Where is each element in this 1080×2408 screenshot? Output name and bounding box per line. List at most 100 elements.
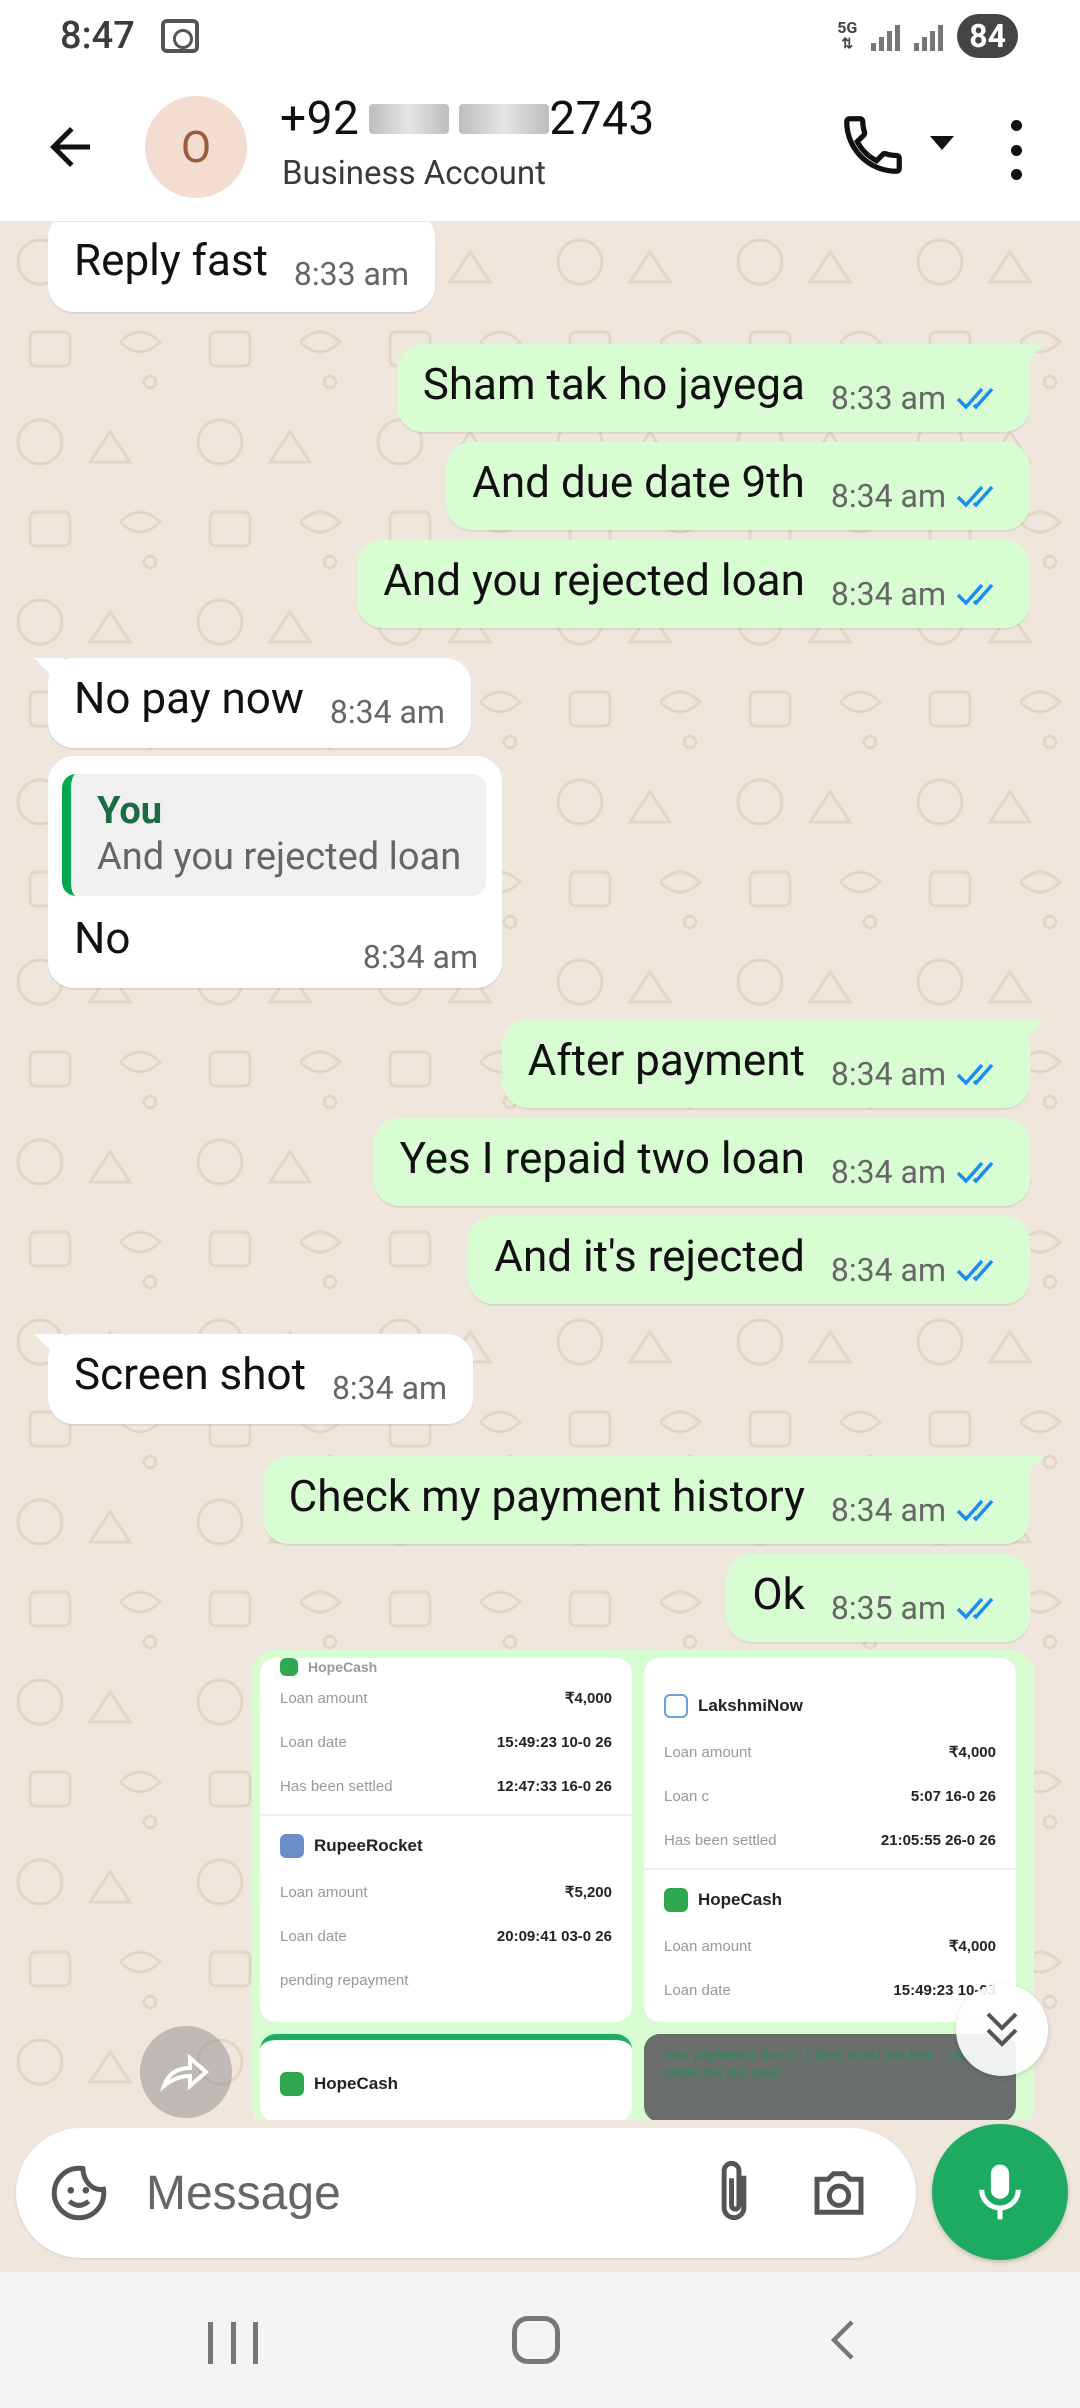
message-text: Yes I repaid two loan [399, 1132, 805, 1184]
app-logo-icon [280, 1658, 298, 1676]
read-ticks-icon [956, 1259, 994, 1282]
back-arrow-icon[interactable] [40, 117, 100, 177]
divider [260, 1814, 632, 1816]
sticker-icon[interactable] [46, 2160, 112, 2226]
signal-icon-2 [914, 21, 944, 51]
message-time: 8:33 am [293, 255, 409, 293]
contact-prefix: +92 [280, 92, 360, 146]
media-album-message[interactable]: HopeCash Loan amount ₹4,000 Loan date 15:4… [252, 1650, 1034, 2120]
message-text: Sham tak ho jayega [422, 358, 805, 410]
loan-row: Loan amount ₹4,000 [664, 1743, 996, 1762]
scroll-to-bottom-button[interactable] [956, 1984, 1048, 2076]
message-bubble-outgoing[interactable]: After payment 8:34 am [501, 1020, 1030, 1108]
message-text: Check my payment history [288, 1470, 805, 1522]
camera-icon[interactable] [806, 2160, 872, 2226]
status-time: 8:47 [60, 14, 135, 58]
app-logo-icon [664, 1694, 688, 1718]
home-icon[interactable] [512, 2316, 560, 2364]
message-bubble-incoming[interactable]: Screen shot 8:34 am [48, 1334, 474, 1424]
message-bubble-incoming[interactable]: Reply fast 8:33 am [48, 222, 435, 312]
message-bubble-outgoing[interactable]: Check my payment history 8:34 am [262, 1456, 1030, 1544]
message-time: 8:34 am [830, 1055, 946, 1093]
phone-icon[interactable] [838, 110, 908, 180]
avatar[interactable]: O [145, 96, 247, 198]
message-bubble-outgoing[interactable]: And you rejected loan 8:34 am [357, 540, 1030, 628]
paperclip-icon[interactable] [704, 2156, 764, 2230]
message-time: 8:34 am [830, 1153, 946, 1191]
message-time: 8:34 am [331, 1369, 448, 1407]
read-ticks-icon [956, 583, 994, 606]
message-bubble-outgoing[interactable]: And it's rejected 8:34 am [468, 1216, 1030, 1304]
quote-text: And you rejected loan [97, 835, 462, 879]
read-ticks-icon [956, 1161, 994, 1184]
message-text: No [74, 912, 131, 964]
read-ticks-icon [956, 1597, 994, 1620]
loan-row: Loan amount ₹4,000 [280, 1689, 612, 1708]
message-time: 8:35 am [830, 1589, 946, 1627]
loan-row: Has been settled 12:47:33 16-0 26 [280, 1777, 612, 1795]
message-text: After payment [527, 1034, 805, 1086]
read-ticks-icon [956, 387, 994, 410]
message-time: 8:34 am [830, 575, 946, 613]
chat-header: O +92 2743 Business Account [0, 72, 1080, 222]
forward-icon [160, 2053, 210, 2092]
read-ticks-icon [956, 1499, 994, 1522]
avatar-letter: O [180, 121, 212, 173]
divider [644, 1868, 1016, 1870]
recent-apps-icon[interactable] [208, 2322, 258, 2364]
app-brand: HopeCash [260, 2060, 632, 2108]
message-bubble-incoming-reply[interactable]: You And you rejected loan No 8:34 am [48, 756, 502, 988]
message-time: 8:34 am [830, 1251, 946, 1289]
microphone-icon [979, 2164, 1021, 2220]
message-bubble-outgoing[interactable]: Sham tak ho jayega 8:33 am [396, 344, 1030, 432]
message-time: 8:33 am [830, 379, 946, 417]
status-icons: 5G ⇅ 84 [837, 14, 1018, 58]
app-brand: RupeeRocket [260, 1822, 632, 1870]
screenshot-icon [160, 19, 199, 53]
quoted-message[interactable]: You And you rejected loan [62, 774, 486, 896]
loan-row: Has been settled 21:05:55 26-0 26 [664, 1831, 996, 1849]
more-options-icon[interactable] [1006, 120, 1026, 180]
app-brand: HopeCash [260, 1658, 632, 1676]
message-time: 8:34 am [329, 693, 445, 731]
read-ticks-icon [956, 1063, 994, 1086]
message-bubble-outgoing[interactable]: And due date 9th 8:34 am [446, 442, 1030, 530]
forward-button[interactable] [140, 2026, 232, 2118]
message-time: 8:34 am [362, 938, 478, 976]
message-text: And due date 9th [472, 456, 805, 508]
loan-row: Loan c 5:07 16-0 26 [664, 1787, 996, 1805]
signal-icon-1 [871, 21, 901, 51]
app-name: HopeCash [308, 1659, 378, 1675]
contact-name[interactable]: +92 2743 [280, 92, 655, 146]
voice-record-button[interactable] [932, 2124, 1068, 2260]
status-bar: 8:47 5G ⇅ 84 [0, 0, 1080, 72]
message-composer [16, 2128, 916, 2258]
loan-row: Loan date 15:49:23 10-0 26 [280, 1733, 612, 1751]
message-input[interactable] [146, 2156, 666, 2230]
contact-suffix: 2743 [549, 92, 655, 146]
quote-author: You [97, 789, 163, 833]
chat-area[interactable]: Reply fast 8:33 am Sham tak ho jayega 8:… [0, 222, 1080, 2120]
screenshot-thumbnail[interactable]: HopeCash [260, 2034, 632, 2120]
shot-top-gap [644, 1658, 1016, 1682]
read-ticks-icon [956, 485, 994, 508]
message-text: Reply fast [74, 234, 268, 286]
app-logo-icon [664, 1888, 688, 1912]
app-name: LakshmiNow [698, 1696, 803, 1715]
redacted-block [369, 104, 450, 134]
app-brand: HopeCash [644, 1876, 1016, 1924]
nav-back-icon[interactable] [820, 2316, 868, 2364]
message-text: Screen shot [74, 1348, 306, 1400]
call-dropdown-icon[interactable] [930, 136, 954, 150]
message-text: And it's rejected [494, 1230, 805, 1282]
message-bubble-incoming[interactable]: No pay now 8:34 am [48, 658, 471, 748]
screenshot-thumbnail[interactable]: LakshmiNow Loan amount ₹4,000 Loan c 5:07 … [644, 1658, 1016, 2022]
message-time: 8:34 am [830, 477, 946, 515]
message-bubble-outgoing[interactable]: Yes I repaid two loan 8:34 am [373, 1118, 1030, 1206]
app-name: RupeeRocket [314, 1836, 423, 1855]
network-type-icon: 5G ⇅ [837, 18, 858, 53]
screenshot-thumbnail[interactable]: HopeCash Loan amount ₹4,000 Loan date 15:4… [260, 1658, 632, 2022]
message-bubble-outgoing[interactable]: Ok 8:35 am [726, 1554, 1030, 1642]
contact-subtitle: Business Account [282, 154, 546, 193]
system-navigation-bar [0, 2272, 1080, 2408]
